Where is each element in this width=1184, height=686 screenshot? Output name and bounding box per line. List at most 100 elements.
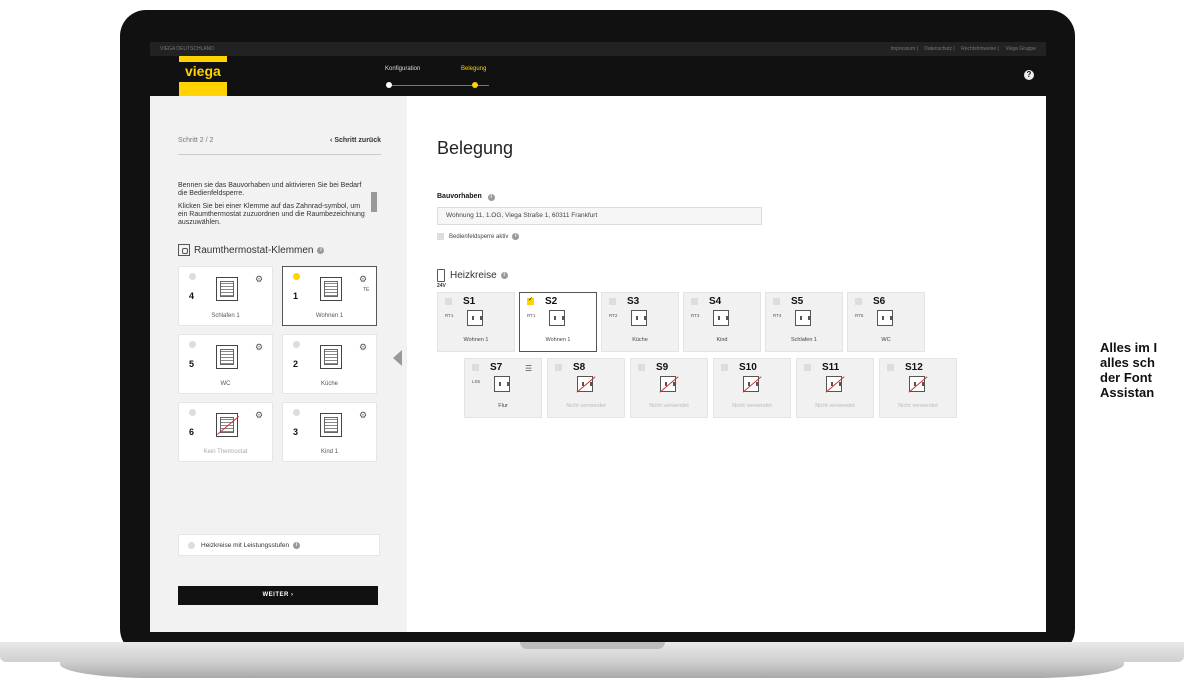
circuit-checkbox[interactable]	[555, 364, 562, 371]
info-icon[interactable]: i	[293, 541, 301, 549]
panel-lock-checkbox[interactable]	[437, 233, 444, 240]
clamp-radio[interactable]	[293, 409, 300, 416]
weiter-button[interactable]: WEITER ›	[178, 586, 378, 605]
clamp-radio[interactable]	[293, 341, 300, 348]
clamp-radio[interactable]	[189, 409, 196, 416]
circuit-icon	[908, 376, 928, 393]
clamp-card[interactable]: 4 ⚙ Schlafen 1	[178, 266, 273, 326]
clamps-title: Raumthermostat-Klemmen	[194, 244, 314, 256]
info-icon[interactable]: i	[500, 272, 508, 279]
side-note-line: Alles im I	[1100, 340, 1158, 355]
clamp-card[interactable]: 3 ⚙ Kind 1	[282, 402, 377, 462]
circuit-checkbox[interactable]	[445, 298, 452, 305]
clamp-radio[interactable]	[189, 341, 196, 348]
heizkreise-heading: Heizkreise i	[437, 269, 508, 282]
circuit-checkbox[interactable]	[773, 298, 780, 305]
circuit-rt: RT3	[691, 313, 700, 318]
circuit-checkbox[interactable]	[887, 364, 894, 371]
panel-arrow-icon	[393, 350, 402, 366]
help-icon[interactable]: ?	[1024, 70, 1034, 80]
circuit-slot: S3	[627, 296, 640, 307]
clamp-room: Wohnen 1	[315, 313, 344, 319]
heating-circuit-tile[interactable]: S6 RT5 WC	[847, 292, 925, 352]
power-stages-option[interactable]: Heizkreise mit Leistungsstufen i	[178, 534, 380, 556]
circuit-checkbox[interactable]	[691, 298, 698, 305]
step-belegung[interactable]: Belegung	[461, 66, 486, 72]
gear-icon[interactable]: ⚙	[359, 410, 367, 421]
thermostat-icon	[216, 277, 238, 301]
step-konfiguration[interactable]: Konfiguration	[385, 66, 420, 72]
device-icon	[437, 269, 445, 282]
gear-icon[interactable]: ⚙	[255, 410, 263, 421]
thermostat-icon	[216, 413, 240, 437]
laptop-base	[0, 642, 1184, 686]
circuit-room: Nicht verwendet	[898, 403, 938, 409]
info-icon[interactable]: i	[512, 233, 520, 240]
circuit-checkbox[interactable]	[638, 364, 645, 371]
gear-icon[interactable]: ⚙	[255, 274, 263, 285]
heating-circuit-tile[interactable]: S2 RT1 Wohnen 1	[519, 292, 597, 352]
bauvorhaben-heading: Bauvorhaben i	[437, 193, 495, 201]
clamps-heading: Raumthermostat-Klemmen i	[178, 244, 325, 256]
heating-circuit-tile[interactable]: S11 Nicht verwendet	[796, 358, 874, 418]
heating-circuit-tile[interactable]: S1 RT1 Wohnen 1	[437, 292, 515, 352]
clamp-room: Küche	[320, 381, 338, 387]
circuit-checkbox[interactable]	[855, 298, 862, 305]
heating-circuit-tile[interactable]: S7 LS5 ☰ Flur	[464, 358, 542, 418]
main-navbar: viega Konfiguration Belegung ?	[150, 56, 1046, 96]
clamp-radio[interactable]	[293, 273, 300, 280]
circuit-checkbox[interactable]	[527, 296, 534, 305]
main-panel: Belegung Bauvorhaben i Wohnung 11, 1.OG,…	[407, 96, 1046, 632]
thermostat-icon	[216, 345, 238, 369]
link-rechtshinweise[interactable]: Rechtshinweise	[961, 46, 996, 52]
circuit-icon	[467, 310, 483, 326]
circuit-icon	[494, 376, 510, 392]
clamp-card[interactable]: 5 ⚙ WC	[178, 334, 273, 394]
thermostat-icon	[320, 413, 342, 437]
gear-icon[interactable]: ⚙	[359, 274, 367, 285]
address-input[interactable]: Wohnung 11, 1.OG, Viega Straße 1, 60311 …	[437, 207, 762, 225]
power-stages-checkbox[interactable]	[188, 541, 195, 549]
panel-lock-option[interactable]: Bedienfeldsperre aktiv i	[437, 233, 520, 240]
heating-circuit-tile[interactable]: S12 Nicht verwendet	[879, 358, 957, 418]
gear-icon[interactable]: ⚙	[255, 342, 263, 353]
link-impressum[interactable]: Impressum	[890, 46, 915, 52]
circuit-slot: S4	[709, 296, 722, 307]
circuit-rt: RT1	[445, 313, 454, 318]
circuit-icon	[713, 310, 729, 326]
clamp-radio[interactable]	[189, 273, 196, 280]
info-icon[interactable]: i	[317, 246, 325, 254]
link-viega-gruppe[interactable]: Viega Gruppe	[1005, 46, 1036, 52]
panel-lock-label: Bedienfeldsperre aktiv	[449, 233, 509, 240]
info-icon[interactable]: i	[487, 194, 495, 201]
circuit-checkbox[interactable]	[472, 364, 479, 371]
clamp-room: Schlafen 1	[211, 313, 240, 319]
intro-scrollbar[interactable]	[371, 192, 377, 212]
settings-slider-icon[interactable]: ☰	[525, 364, 532, 373]
circuit-room: Flur	[498, 403, 508, 409]
heating-circuit-tile[interactable]: S8 Nicht verwendet	[547, 358, 625, 418]
link-datenschutz[interactable]: Datenschutz	[924, 46, 952, 52]
viega-logo[interactable]: viega	[179, 56, 227, 96]
back-link[interactable]: ‹ Schritt zurück	[330, 137, 381, 144]
heating-circuit-tile[interactable]: S4 RT3 Kind	[683, 292, 761, 352]
clamp-room: WC	[220, 381, 231, 387]
circuit-checkbox[interactable]	[804, 364, 811, 371]
heating-circuit-tile[interactable]: S3 RT2 Küche	[601, 292, 679, 352]
circuit-checkbox[interactable]	[721, 364, 728, 371]
clamp-card[interactable]: 2 ⚙ Küche	[282, 334, 377, 394]
heating-circuit-tile[interactable]: S10 Nicht verwendet	[713, 358, 791, 418]
circuit-slot: S10	[739, 362, 757, 373]
heating-circuit-tile[interactable]: S5 RT4 Schlafen 1	[765, 292, 843, 352]
circuit-room: WC	[881, 337, 891, 343]
clamp-card[interactable]: 6 ⚙ Kein Thermostat	[178, 402, 273, 462]
circuit-rt: LS5	[472, 379, 481, 384]
clamp-extra: TE	[363, 287, 370, 293]
app-screen: VIEGA DEUTSCHLAND Impressum | Datenschut…	[150, 42, 1046, 632]
circuit-checkbox[interactable]	[609, 298, 616, 305]
gear-icon[interactable]: ⚙	[359, 342, 367, 353]
clamp-card[interactable]: 1 ⚙ TE Wohnen 1	[282, 266, 377, 326]
brand-label: VIEGA DEUTSCHLAND	[160, 46, 214, 52]
heating-circuit-tile[interactable]: S9 Nicht verwendet	[630, 358, 708, 418]
circuit-icon	[549, 310, 565, 326]
